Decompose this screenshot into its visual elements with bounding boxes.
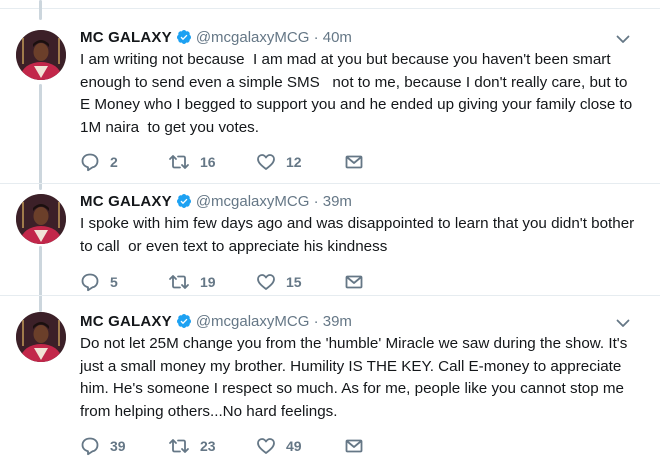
heart-icon xyxy=(256,436,286,456)
timestamp[interactable]: 40m xyxy=(323,29,352,46)
like-count: 49 xyxy=(286,438,302,454)
tweet[interactable]: MC GALAXY @mcgalaxyMCG · 39m I spoke with… xyxy=(0,184,660,296)
retweet-button[interactable]: 19 xyxy=(168,271,256,293)
like-button[interactable]: 49 xyxy=(256,435,344,457)
retweet-icon xyxy=(168,436,200,456)
reply-button[interactable]: 39 xyxy=(80,435,168,457)
tweet[interactable]: MC GALAXY @mcgalaxyMCG · 40m I am writing… xyxy=(0,20,660,184)
timestamp[interactable]: 39m xyxy=(323,313,352,330)
reply-icon xyxy=(80,272,110,292)
tweet-header: MC GALAXY @mcgalaxyMCG · 40m xyxy=(80,28,352,48)
tweet-text: Do not let 25M change you from the 'humb… xyxy=(80,335,632,420)
user-handle[interactable]: @mcgalaxyMCG xyxy=(196,193,310,210)
like-button[interactable]: 15 xyxy=(256,271,344,293)
reply-icon xyxy=(80,436,110,456)
verified-badge-icon xyxy=(176,29,192,51)
top-divider xyxy=(0,0,660,9)
avatar[interactable] xyxy=(16,30,66,80)
tweet-header: MC GALAXY @mcgalaxyMCG · 39m xyxy=(80,312,352,332)
retweet-button[interactable]: 23 xyxy=(168,435,256,457)
display-name[interactable]: MC GALAXY xyxy=(80,193,172,210)
tweet-actions: 39 23 49 xyxy=(80,435,374,457)
envelope-icon xyxy=(344,436,374,456)
verified-badge-icon xyxy=(176,193,192,215)
separator: · xyxy=(313,313,319,330)
retweet-count: 23 xyxy=(200,438,216,454)
like-count: 12 xyxy=(286,154,302,170)
reply-button[interactable]: 2 xyxy=(80,151,168,173)
profile-photo xyxy=(16,312,66,362)
reply-button[interactable]: 5 xyxy=(80,271,168,293)
profile-photo xyxy=(16,30,66,80)
user-handle[interactable]: @mcgalaxyMCG xyxy=(196,313,310,330)
like-button[interactable]: 12 xyxy=(256,151,344,173)
retweet-count: 19 xyxy=(200,274,216,290)
thread-connector-line xyxy=(39,0,42,20)
tweet-actions: 2 16 12 xyxy=(80,151,374,173)
tweet[interactable]: MC GALAXY @mcgalaxyMCG · 39m Do not let 2… xyxy=(0,306,660,464)
display-name[interactable]: MC GALAXY xyxy=(80,313,172,330)
avatar[interactable] xyxy=(16,194,66,244)
retweet-count: 16 xyxy=(200,154,216,170)
timestamp[interactable]: 39m xyxy=(323,193,352,210)
separator: · xyxy=(313,193,319,210)
retweet-icon xyxy=(168,272,200,292)
user-handle[interactable]: @mcgalaxyMCG xyxy=(196,29,310,46)
verified-badge-icon xyxy=(176,313,192,335)
heart-icon xyxy=(256,272,286,292)
envelope-icon xyxy=(344,152,374,172)
reply-count: 2 xyxy=(110,154,118,170)
direct-message-button[interactable] xyxy=(344,435,374,457)
retweet-icon xyxy=(168,152,200,172)
profile-photo xyxy=(16,194,66,244)
reply-count: 39 xyxy=(110,438,126,454)
retweet-button[interactable]: 16 xyxy=(168,151,256,173)
like-count: 15 xyxy=(286,274,302,290)
direct-message-button[interactable] xyxy=(344,151,374,173)
reply-icon xyxy=(80,152,110,172)
direct-message-button[interactable] xyxy=(344,271,374,293)
tweet-thread: MC GALAXY @mcgalaxyMCG · 40m I am writing… xyxy=(0,0,660,464)
tweet-text: I spoke with him few days ago and was di… xyxy=(80,215,639,255)
chevron-down-icon[interactable] xyxy=(614,314,632,332)
tweet-text: I am writing not because I am mad at you… xyxy=(80,51,637,136)
chevron-down-icon[interactable] xyxy=(614,30,632,48)
separator: · xyxy=(313,29,319,46)
envelope-icon xyxy=(344,272,374,292)
display-name[interactable]: MC GALAXY xyxy=(80,29,172,46)
reply-count: 5 xyxy=(110,274,118,290)
tweet-header: MC GALAXY @mcgalaxyMCG · 39m xyxy=(80,192,352,212)
heart-icon xyxy=(256,152,286,172)
avatar[interactable] xyxy=(16,312,66,362)
tweet-actions: 5 19 15 xyxy=(80,271,374,293)
